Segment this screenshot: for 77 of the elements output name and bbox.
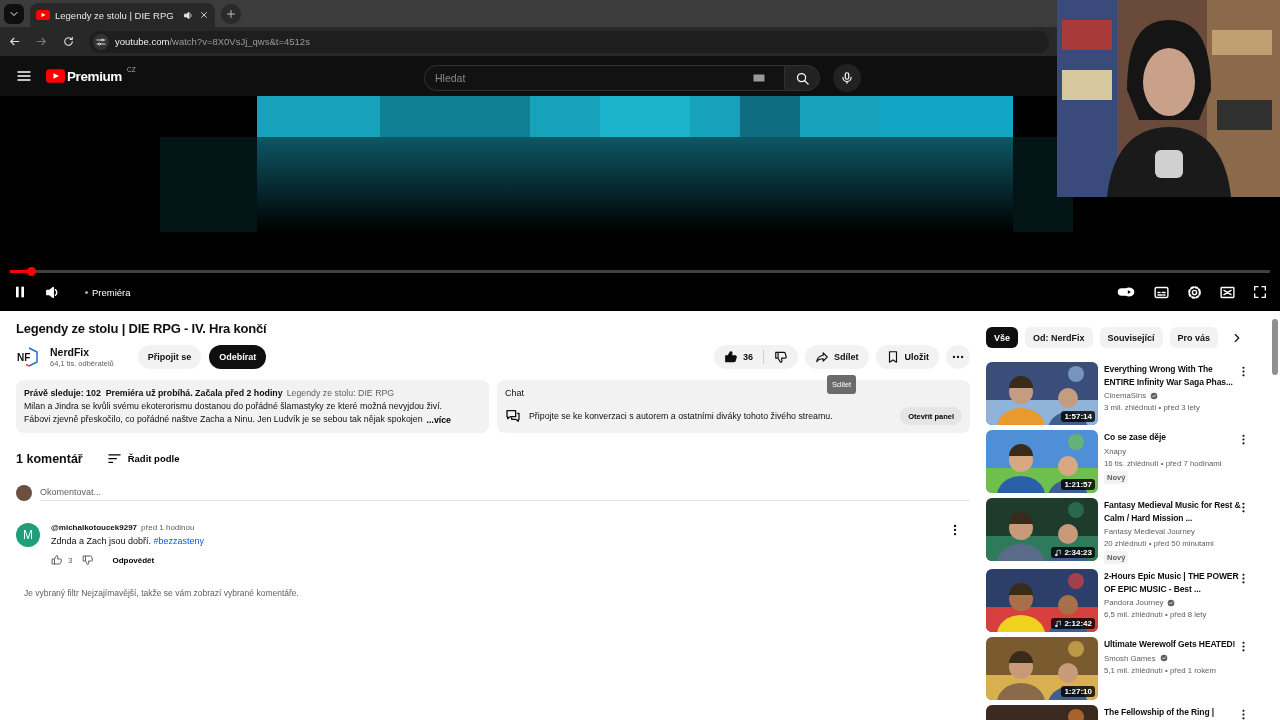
keyboard-icon[interactable] [752,73,766,83]
description-text: Fábovi zjevně přeskočilo, co pořádné naštve Zacha a Ninu. Jen Ludvík je se sebou tak nějak spokojen [24,413,423,426]
description-meta: Právě sleduje: 102 Premiéra už probíhá. Začala před 2 hodiny [24,387,283,400]
search-icon [794,70,810,86]
duration-badge: 1:21:57 [1061,479,1095,490]
url-text: youtube.com/watch?v=8X0VsJj_qws&t=4512s [115,36,310,47]
settings-icon[interactable] [1186,283,1203,301]
channel-name[interactable]: NerdFix [50,346,114,358]
back-icon[interactable] [8,35,21,48]
status-label: Premiéra [92,286,131,298]
filter-chip[interactable]: Od: NerdFix [1025,327,1093,348]
reply-button[interactable]: Odpovědět [112,555,155,565]
music-note-icon [1054,548,1063,557]
more-button[interactable] [946,345,970,369]
duration-badge: 2:12:42 [1051,618,1095,629]
sort-button[interactable]: Řadit podle [106,451,180,466]
share-button[interactable]: Sdílet [805,345,869,369]
speaker-icon[interactable] [182,9,194,21]
sort-icon [106,451,122,466]
filter-chip[interactable]: Související [1099,327,1163,348]
like-button[interactable]: 3 [51,554,73,566]
video-title: Legendy ze stolu | DIE RPG - IV. Hra končí [16,321,268,336]
video-title[interactable]: Everything Wrong With The ENTIRE Infinity War Saga Phas... [1104,363,1244,388]
fullscreen-icon[interactable] [1252,284,1268,300]
description-text: Milan a Jindra se kvůli svému ekoterorismu dostanou do pořádné šlamastyky ze které možná nevyjdou živí. [24,400,444,413]
status-dot [85,290,88,294]
duration-badge: 1:57:14 [1061,411,1095,422]
thumb-down-icon [82,554,95,566]
playlist-link[interactable]: Legendy ze stolu: DIE RPG [286,387,395,400]
duration-badge: 1:27:10 [1061,686,1095,697]
verified-icon [1167,598,1176,607]
browser-tab[interactable]: Legendy ze stolu | DIE RPG [30,3,215,27]
comment-count: 1 komentář [16,451,83,466]
video-title[interactable]: Co se zase děje [1104,431,1244,444]
plus-icon[interactable] [224,8,237,20]
save-button[interactable]: Uložit [875,345,939,369]
subscribe-button[interactable]: Odebírat [209,345,267,369]
chat-icon [505,408,521,424]
close-icon[interactable] [198,10,209,20]
video-title[interactable]: Ultimate Werewolf Gets HEATED! [1104,638,1244,651]
forward-icon[interactable] [35,35,48,48]
thumb-up-icon [723,350,738,364]
mic-button[interactable] [833,64,861,92]
video-title[interactable]: The Fellowship of the Ring | [1104,706,1244,719]
filter-chip[interactable]: Pro vás [1169,327,1219,348]
video-title[interactable]: 2-Hours Epic Music | THE POWER OF EPIC MUSIC - Best ... [1104,570,1244,595]
hashtag-link[interactable]: #bezzasteny [153,536,205,546]
youtube-logo[interactable]: Premium $^{CZ}$ [46,68,136,84]
menu-icon[interactable] [16,68,32,84]
user-avatar [16,484,32,501]
progress-thumb[interactable] [27,267,37,276]
comment-text: Zdnda a Zach jsou dobří. #bezzasteny [51,536,205,546]
dislike-button[interactable] [82,554,95,566]
thumb-down-icon [774,350,788,364]
search-field[interactable]: Hledat [424,65,784,91]
chat-title: Chat [505,387,525,400]
play-logo-icon [46,68,65,83]
music-note-icon [1054,619,1063,628]
duration-badge: 2:34:23 [1051,547,1095,558]
like-button[interactable]: 36 [713,345,763,369]
reload-icon[interactable] [62,35,75,48]
video-title[interactable]: Fantasy Medieval Music for Rest & Calm / Hard Mission ... [1104,499,1244,524]
tune-icon [95,35,107,48]
search-button[interactable] [784,65,820,91]
address-bar[interactable]: youtube.com/watch?v=8X0VsJj_qws&t=4512s [89,30,1049,53]
comment-time: před 1 hodinou [141,523,195,532]
more-link[interactable]: ...více [426,413,451,426]
chat-text: Připojte se ke konverzaci s autorem a ostatními diváky tohoto živého streamu. [529,409,834,423]
filter-note: Je vybraný filtr Nejzajímavější, takže se vám zobrazí vybrané komentáře. [24,588,300,598]
mic-icon [840,71,854,85]
thumb-up-icon [51,554,63,566]
filter-chip[interactable]: Vše [986,327,1018,348]
share-icon [815,350,829,364]
join-button[interactable]: Připojit se [137,345,202,369]
verified-icon [1150,391,1159,400]
comment-author[interactable]: @michalkotoucek9297 [51,523,138,532]
verified-icon [1159,654,1168,662]
